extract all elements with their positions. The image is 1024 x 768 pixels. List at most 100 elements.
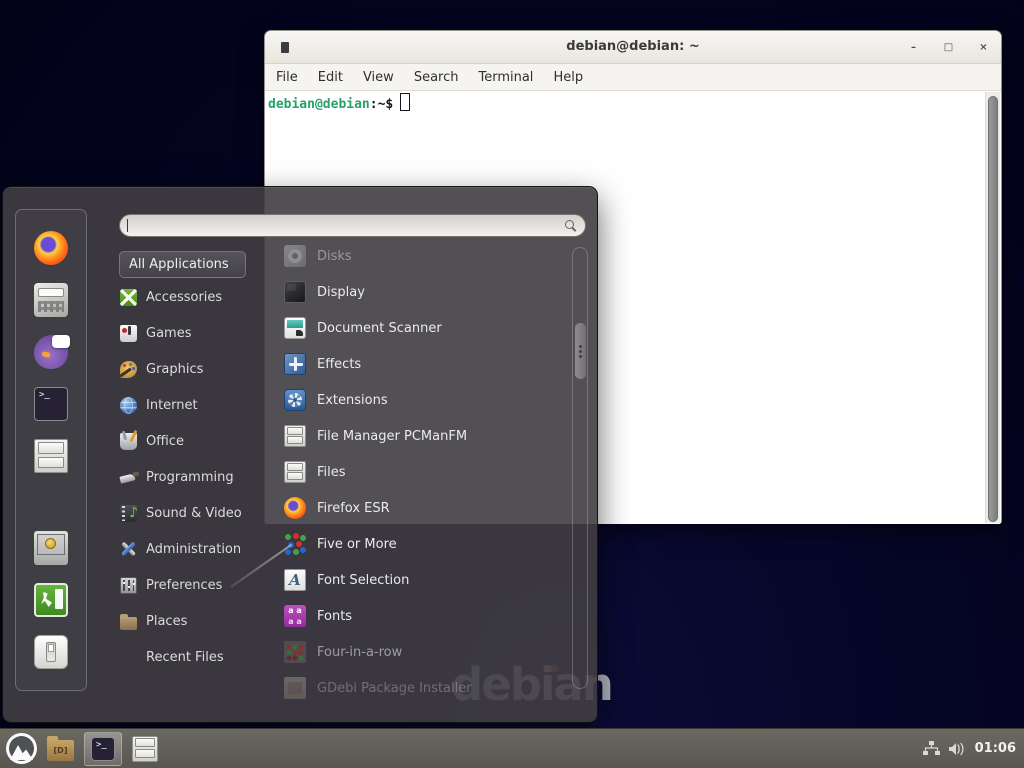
fourinarow-icon (284, 641, 306, 663)
maximize-button[interactable]: □ (941, 40, 956, 55)
app-file-manager-pcmanfm[interactable]: File Manager PCManFM (284, 418, 568, 454)
app-document-scanner[interactable]: Document Scanner (284, 310, 568, 346)
volume-icon[interactable] (949, 742, 966, 756)
taskbar-file-manager-button[interactable] (132, 736, 158, 762)
power-icon (34, 635, 68, 669)
app-effects[interactable]: Effects (284, 346, 568, 382)
network-icon[interactable] (923, 741, 940, 756)
terminal-scrollbar-thumb[interactable] (988, 96, 998, 522)
logout-icon (34, 583, 68, 617)
terminal-titlebar[interactable]: debian@debian: ~ – □ × (265, 31, 1001, 64)
taskbar: 01:06 (0, 728, 1024, 768)
category-graphics[interactable]: Graphics (120, 351, 278, 387)
terminal-icon (91, 737, 115, 761)
favorite-firefox[interactable] (34, 231, 68, 265)
category-places[interactable]: Places (120, 603, 278, 639)
terminal-prompt: debian@debian:~$ (268, 93, 410, 112)
terminal-cursor (400, 93, 410, 111)
fonts-icon (284, 605, 306, 627)
file-cabinet-icon (132, 736, 158, 762)
category-recent-files[interactable]: Recent Files (120, 639, 278, 675)
logout-button[interactable] (34, 583, 68, 617)
category-programming[interactable]: Programming (120, 459, 278, 495)
taskbar-terminal-button[interactable] (84, 732, 122, 766)
termfav-icon (34, 387, 68, 421)
firefox-icon (284, 497, 306, 519)
category-office[interactable]: Office (120, 423, 278, 459)
app-extensions[interactable]: Extensions (284, 382, 568, 418)
favorite-pidgin[interactable] (34, 335, 68, 369)
minimize-button[interactable]: – (906, 40, 921, 55)
app-five-or-more[interactable]: Five or More (284, 526, 568, 562)
cabinet-icon (284, 461, 306, 483)
favorite-package-manager[interactable] (34, 283, 68, 317)
app-four-in-a-row[interactable]: Four-in-a-row (284, 634, 568, 670)
menu-search-box (119, 214, 586, 237)
display-icon (284, 281, 306, 303)
application-menu: All Applications Accessories Games Graph… (2, 186, 598, 723)
disks-icon (284, 245, 306, 267)
category-accessories[interactable]: Accessories (120, 279, 278, 315)
all-applications-button[interactable]: All Applications (119, 251, 246, 278)
terminal-menu-item[interactable]: Terminal (478, 70, 533, 85)
gdebi-icon (284, 677, 306, 699)
soundvideo-icon (120, 505, 137, 522)
category-internet[interactable]: Internet (120, 387, 278, 423)
prompt-user: debian@debian (268, 97, 370, 112)
app-disks[interactable]: Disks (284, 238, 568, 274)
terminal-menu-item[interactable]: Help (553, 70, 583, 85)
cabinet-icon (284, 425, 306, 447)
category-preferences[interactable]: Preferences (120, 567, 278, 603)
all-applications-label: All Applications (129, 257, 229, 272)
menu-scrollbar-thumb[interactable] (575, 323, 586, 379)
desktop: debian debian@debian: ~ – □ × File Edit … (0, 0, 1024, 768)
terminal-menu-item[interactable]: Edit (318, 70, 343, 85)
app-gdebi-package-installer[interactable]: GDebi Package Installer (284, 670, 568, 706)
typewriter-icon (34, 283, 68, 317)
search-icon (565, 220, 577, 232)
pidgin-icon (34, 335, 68, 369)
docscanner-icon (284, 317, 306, 339)
accessories-icon (120, 289, 137, 306)
programming-icon (120, 469, 137, 486)
cinnamon-logo-icon (6, 733, 37, 764)
lockscreen-icon (34, 531, 68, 565)
terminal-menu-item[interactable]: File (276, 70, 298, 85)
places-icon (120, 613, 137, 630)
menu-scrollbar-track[interactable] (572, 247, 588, 689)
app-display[interactable]: Display (284, 274, 568, 310)
fontsel-icon (284, 569, 306, 591)
show-desktop-button[interactable] (47, 736, 74, 761)
terminal-menu-item[interactable]: Search (414, 70, 459, 85)
app-fonts[interactable]: Fonts (284, 598, 568, 634)
desktop-folder-icon (47, 740, 74, 761)
app-firefox-esr[interactable]: Firefox ESR (284, 490, 568, 526)
internet-icon (120, 397, 137, 414)
terminal-scrollbar-track[interactable] (985, 92, 1000, 523)
app-font-selection[interactable]: Font Selection (284, 562, 568, 598)
category-list: Accessories Games Graphics Internet (120, 279, 278, 675)
favorites-panel (15, 209, 87, 691)
menu-button[interactable] (6, 733, 37, 764)
lock-screen-button[interactable] (34, 531, 68, 565)
firefox-icon (34, 231, 68, 265)
category-sound-video[interactable]: Sound & Video (120, 495, 278, 531)
cabinet-icon (34, 439, 68, 473)
office-icon (120, 433, 137, 450)
app-files[interactable]: Files (284, 454, 568, 490)
terminal-title: debian@debian: ~ (265, 31, 1001, 63)
clock[interactable]: 01:06 (975, 741, 1016, 756)
preferences-icon (120, 577, 137, 594)
close-button[interactable]: × (976, 40, 991, 55)
effects-icon (284, 353, 306, 375)
terminal-menu-item[interactable]: View (363, 70, 394, 85)
category-games[interactable]: Games (120, 315, 278, 351)
favorite-file-manager[interactable] (34, 439, 68, 473)
favorite-terminal[interactable] (34, 387, 68, 421)
category-administration[interactable]: Administration (120, 531, 278, 567)
graphics-icon (120, 361, 137, 378)
extensions-icon (284, 389, 306, 411)
power-button[interactable] (34, 635, 68, 669)
fiveormore-icon (284, 533, 306, 555)
search-input[interactable] (128, 217, 559, 234)
